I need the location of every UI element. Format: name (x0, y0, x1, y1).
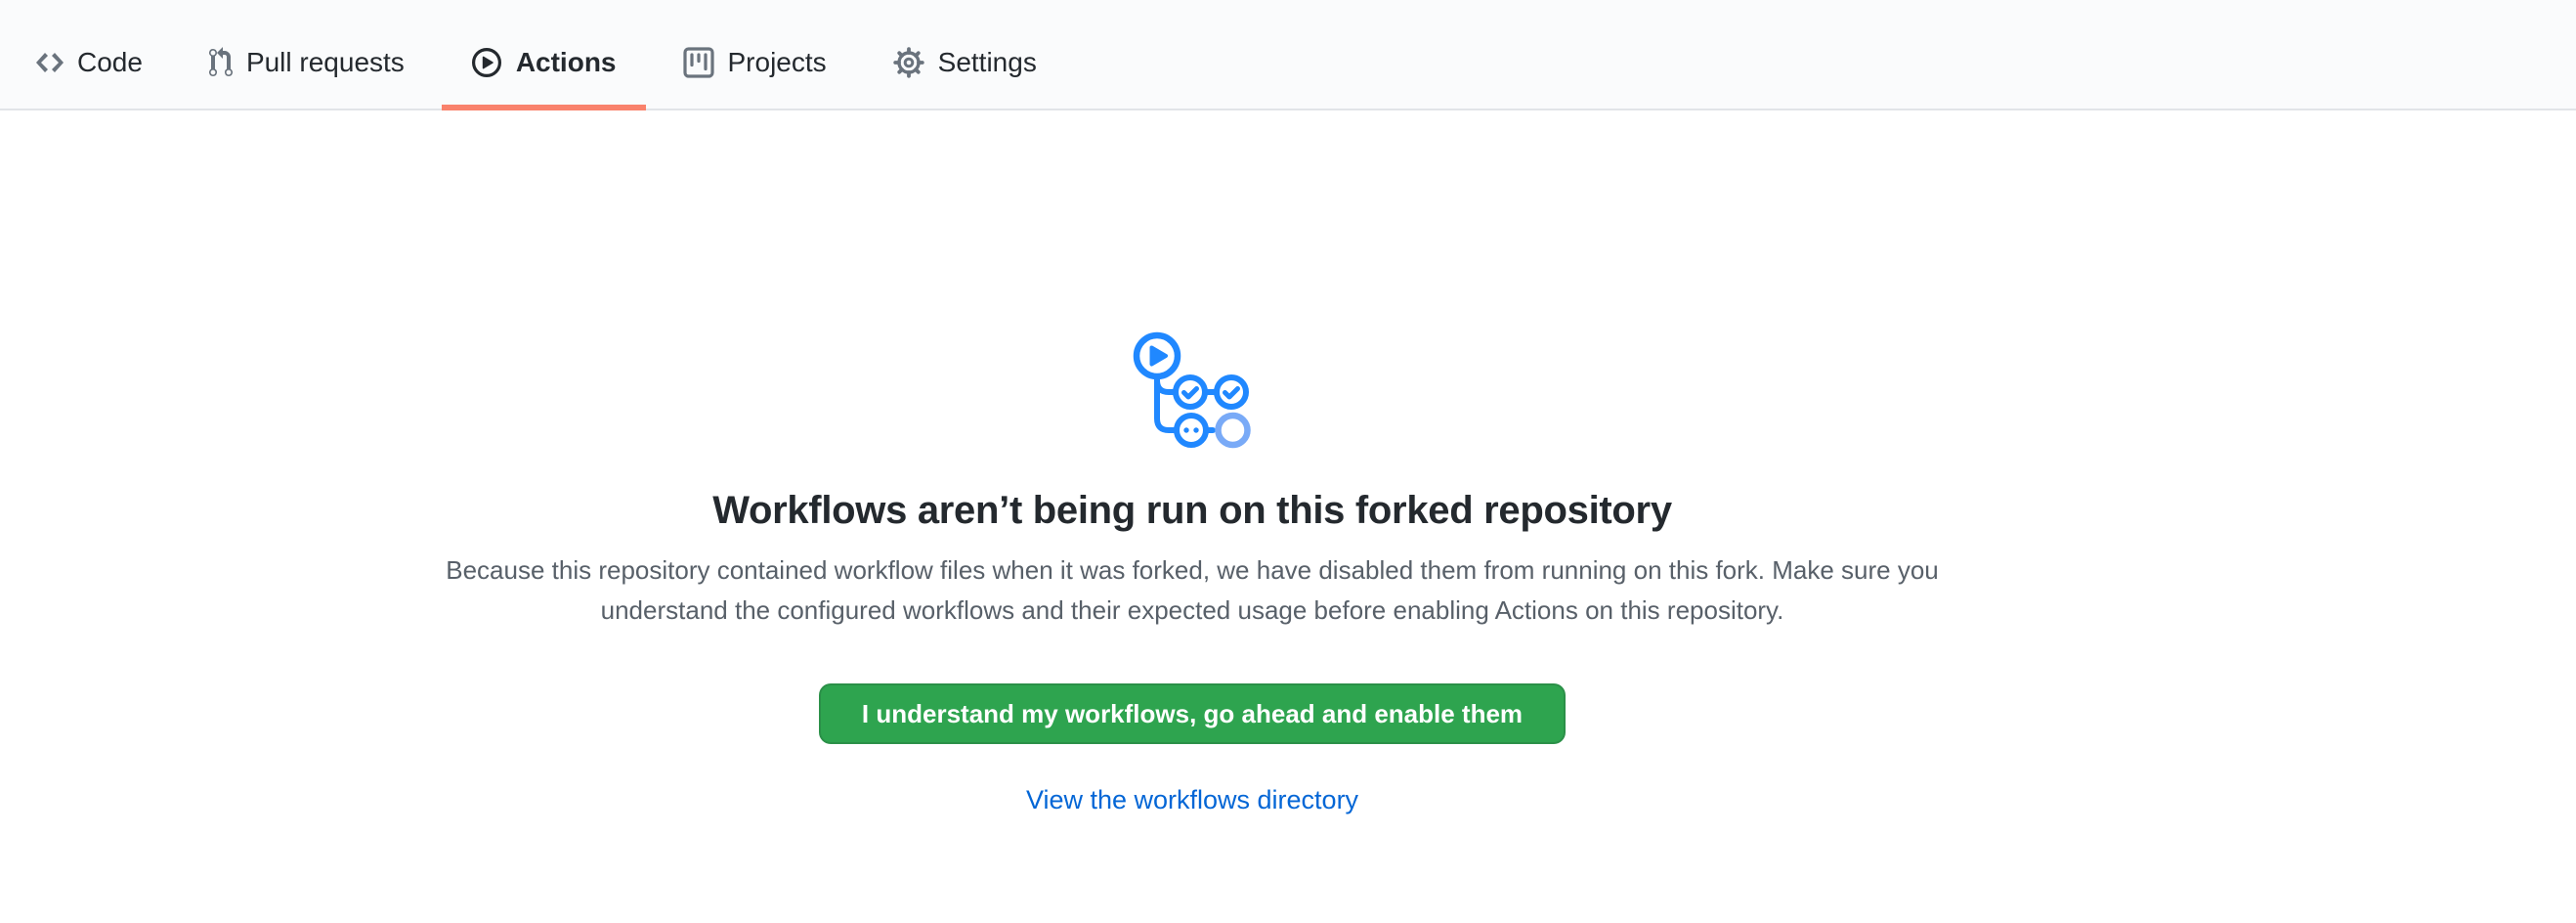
git-pull-request-icon (209, 47, 233, 78)
code-icon (36, 47, 64, 78)
blankslate-description: Because this repository contained workfl… (401, 550, 1984, 631)
blankslate-content: Workflows aren’t being run on this forke… (401, 330, 1984, 814)
tab-actions[interactable]: Actions (442, 0, 646, 109)
tab-pull-requests[interactable]: Pull requests (180, 0, 434, 109)
page-title: Workflows aren’t being run on this forke… (401, 486, 1984, 535)
play-circle-icon (471, 47, 502, 78)
workflow-graph-icon (1131, 330, 1254, 449)
tab-label: Actions (516, 47, 617, 78)
project-board-icon (683, 47, 714, 78)
button-row: I understand my workflows, go ahead and … (401, 683, 1984, 744)
repo-tab-bar: Code Pull requests Actions Projects (0, 0, 2576, 110)
enable-workflows-button[interactable]: I understand my workflows, go ahead and … (819, 683, 1566, 744)
actions-blankslate: Workflows aren’t being run on this forke… (0, 110, 2576, 814)
link-row: View the workflows directory (401, 785, 1984, 814)
tab-label: Pull requests (246, 47, 405, 78)
view-workflows-directory-link[interactable]: View the workflows directory (1026, 785, 1358, 814)
tab-settings[interactable]: Settings (864, 0, 1066, 109)
tab-projects[interactable]: Projects (654, 0, 856, 109)
tab-code[interactable]: Code (7, 0, 172, 109)
tab-label: Settings (938, 47, 1037, 78)
tab-label: Code (77, 47, 143, 78)
gear-icon (893, 47, 924, 78)
tab-label: Projects (728, 47, 827, 78)
